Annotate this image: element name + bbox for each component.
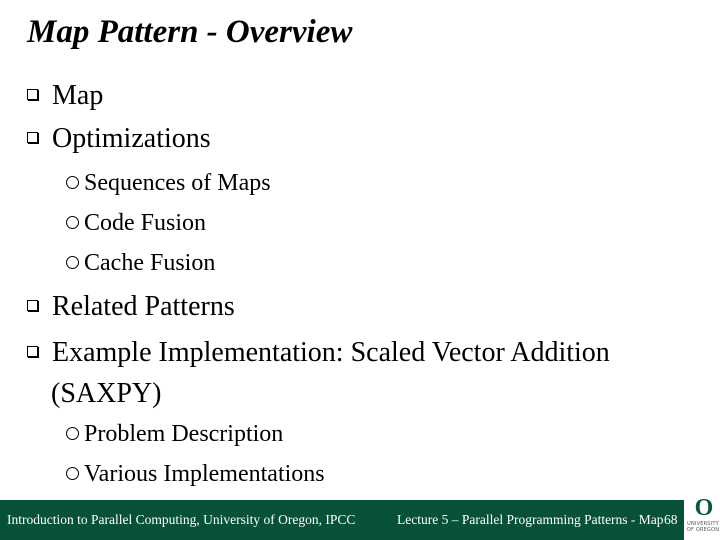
bullet-text: Map [52,80,104,111]
square-bullet-icon [27,300,38,312]
sub-bullet-item-sequences: Sequences of Maps [66,168,271,198]
circle-bullet-icon [66,175,79,189]
oregon-o-logo-icon: O [694,495,714,521]
circle-bullet-icon [66,255,79,269]
sub-bullet-item-code-fusion: Code Fusion [66,208,206,238]
footer-course-title: Introduction to Parallel Computing, Univ… [7,512,356,527]
footer-bar: Introduction to Parallel Computing, Univ… [0,500,711,540]
bullet-text: Cache Fusion [84,250,216,276]
bullet-text: Problem Description [84,421,284,447]
bullet-text: Code Fusion [84,210,207,236]
logo-caption: UNIVERSITY OF OREGON [686,521,720,533]
bullet-item-example-implementation: Example Implementation: Scaled Vector Ad… [27,336,610,370]
bullet-text: Sequences of Maps [84,170,271,196]
bullet-text: Related Patterns [52,291,235,322]
page-number: 68 [664,512,678,527]
square-bullet-icon [27,89,38,101]
circle-bullet-icon [66,466,79,480]
slide-title: Map Pattern - Overview [27,14,353,50]
footer-lecture-title: Lecture 5 – Parallel Programming Pattern… [397,512,664,527]
circle-bullet-icon [66,215,79,229]
square-bullet-icon [27,132,38,144]
circle-bullet-icon [66,426,79,440]
sub-bullet-item-cache-fusion: Cache Fusion [66,248,215,278]
sub-bullet-item-various-implementations: Various Implementations [66,459,325,489]
bullet-item-optimizations: Optimizations [27,122,211,156]
logo-line-2: OF OREGON [686,527,720,533]
bullet-text: Example Implementation: Scaled Vector Ad… [52,337,610,368]
bullet-text: Optimizations [52,123,211,154]
bullet-item-related-patterns: Related Patterns [27,290,235,324]
sub-bullet-item-problem-description: Problem Description [66,419,283,449]
bullet-item-map: Map [27,79,103,113]
bullet-continuation: (SAXPY) [51,378,162,409]
bullet-text: Various Implementations [84,461,325,487]
square-bullet-icon [27,346,38,358]
